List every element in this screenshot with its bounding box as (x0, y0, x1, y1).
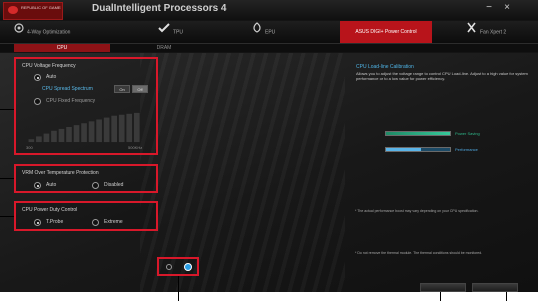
auto-label: Auto (46, 74, 57, 80)
vrm-auto-radio[interactable] (34, 182, 41, 189)
page-indicator (157, 257, 199, 276)
duty-extreme-label: Extreme (104, 219, 123, 225)
minimize-button[interactable]: − (482, 2, 496, 14)
page-dot-1[interactable] (166, 264, 172, 270)
spread-on-button[interactable]: On (114, 85, 130, 93)
tab-4-way-optimization[interactable]: 4-Way Optimization (14, 21, 110, 43)
tab-label: EPU (265, 29, 276, 36)
main-tab-bar: 4-Way Optimization TPU EPU ASUS DIGI+ Po… (0, 21, 538, 44)
page-dot-2-active[interactable] (184, 263, 192, 271)
leaf-icon (252, 21, 262, 43)
duty-tprobe-radio[interactable] (34, 219, 41, 226)
callout-line-page-dots (178, 276, 179, 301)
description-title: CPU Load-line Calibration (356, 64, 414, 70)
fixed-frequency-label: CPU Fixed Frequency (46, 98, 96, 104)
power-duty-title: CPU Power Duty Control (22, 207, 78, 213)
callout-line-voltage (0, 109, 14, 110)
spread-off-button[interactable]: Off (132, 85, 148, 93)
tab-fan-xpert[interactable]: Fan Xpert 2 (466, 21, 534, 43)
performance-label: Performance (455, 147, 478, 152)
logo-text: REPUBLIC OF GAMERS (21, 5, 61, 10)
screenshot-root: REPUBLIC OF GAMERS DualIntelligent Proce… (0, 0, 538, 301)
callout-line-undo (506, 292, 507, 301)
spread-spectrum-label: CPU Spread Spectrum (42, 86, 93, 92)
tab-label: 4-Way Optimization (27, 29, 71, 36)
tab-epu[interactable]: EPU (252, 21, 316, 43)
duty-extreme-radio[interactable] (92, 219, 99, 226)
vrm-protection-title: VRM Over Temperature Protection (22, 170, 99, 176)
graph-min-label: 300 (26, 145, 33, 150)
description-text: Allows you to adjust the voltage range t… (356, 71, 528, 81)
tab-digi-power-control[interactable]: ASUS DIGI+ Power Control (340, 21, 432, 43)
power-saving-label: Power Saving (455, 131, 480, 136)
voltage-frequency-title: CPU Voltage Frequency (22, 63, 76, 69)
optimization-icon (14, 21, 24, 43)
voltage-frequency-panel: CPU Voltage Frequency Auto CPU Spread Sp… (14, 57, 158, 155)
performance-bar[interactable] (385, 147, 451, 152)
vrm-disabled-radio[interactable] (92, 182, 99, 189)
subtab-cpu[interactable]: CPU (14, 44, 110, 52)
performance-note: * The actual performance boost may vary … (355, 209, 479, 213)
duty-tprobe-label: T.Probe (46, 219, 64, 225)
tab-label: ASUS DIGI+ Power Control (355, 29, 417, 35)
vrm-disabled-label: Disabled (104, 182, 124, 188)
rog-eye-icon (8, 6, 18, 14)
graph-max-label: 500KHz (128, 145, 143, 150)
vrm-protection-panel: VRM Over Temperature Protection Auto Dis… (14, 164, 158, 193)
auto-radio[interactable] (34, 74, 41, 81)
power-duty-panel: CPU Power Duty Control T.Probe Extreme (14, 201, 158, 231)
tab-tpu[interactable]: TPU (158, 21, 218, 43)
frequency-slider-graph[interactable] (26, 111, 144, 143)
fan-icon (466, 21, 477, 43)
vrm-auto-label: Auto (46, 182, 57, 188)
close-button[interactable]: × (500, 2, 514, 14)
app-title: DualIntelligent Processors 4 (92, 3, 227, 14)
tab-label: Fan Xpert 2 (480, 29, 507, 36)
fixed-frequency-radio[interactable] (34, 98, 41, 105)
apply-button[interactable] (420, 283, 466, 292)
callout-line-vrm (0, 178, 14, 179)
check-icon (158, 21, 170, 43)
undo-button[interactable] (472, 283, 518, 292)
title-bar: REPUBLIC OF GAMERS DualIntelligent Proce… (0, 0, 538, 20)
sub-tab-bar: CPU DRAM (0, 44, 538, 52)
callout-line-apply (440, 292, 441, 301)
thermal-note: * Do not remove the thermal module. The … (355, 251, 483, 255)
tab-label: TPU (173, 29, 183, 36)
power-saving-bar[interactable] (385, 131, 451, 136)
subtab-dram[interactable]: DRAM (116, 44, 212, 52)
app-window: REPUBLIC OF GAMERS DualIntelligent Proce… (0, 0, 538, 292)
callout-line-duty (0, 216, 14, 217)
rog-logo: REPUBLIC OF GAMERS (3, 2, 63, 20)
